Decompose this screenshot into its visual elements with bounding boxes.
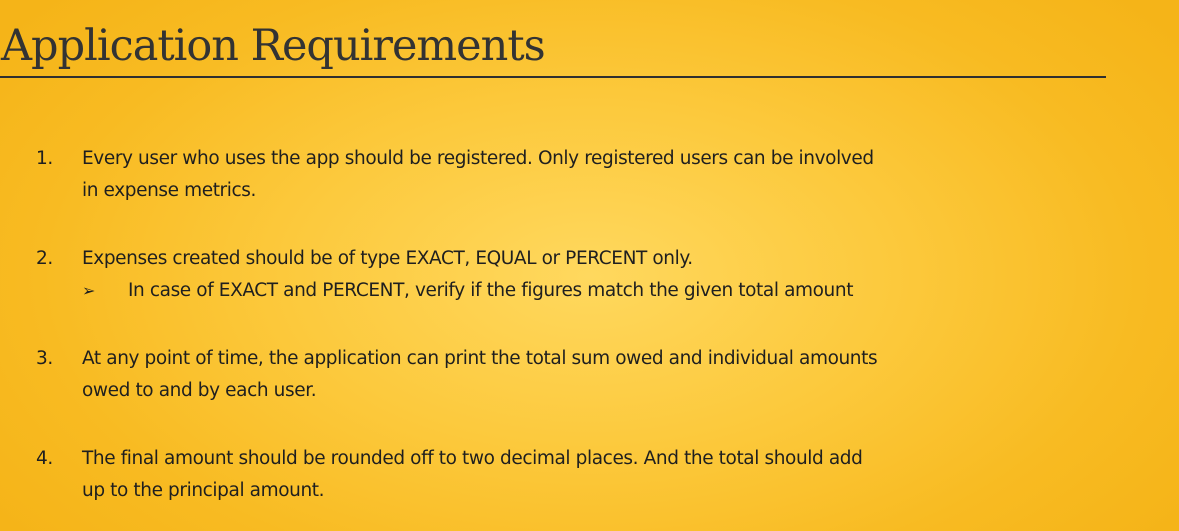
requirement-item-4: 4. The final amount should be rounded of… [36, 443, 1116, 507]
requirement-text-line: owed to and by each user. [82, 380, 317, 401]
slide-title: Application Requirements [1, 21, 546, 71]
requirement-number: 1. [36, 148, 53, 169]
requirement-text-line: in expense metrics. [82, 180, 256, 201]
requirement-text-line: up to the principal amount. [82, 480, 325, 501]
requirements-list: 1. Every user who uses the app should be… [36, 143, 1116, 507]
requirement-number: 4. [36, 448, 53, 469]
requirement-text-line: Expenses created should be of type EXACT… [82, 248, 693, 269]
requirement-text-line: At any point of time, the application ca… [82, 348, 878, 369]
requirement-item-1: 1. Every user who uses the app should be… [36, 143, 1116, 207]
requirement-item-3: 3. At any point of time, the application… [36, 343, 1116, 407]
title-divider [0, 76, 1106, 78]
arrow-bullet-icon: ➢ [82, 281, 96, 300]
sub-requirement: ➢ In case of EXACT and PERCENT, verify if… [82, 275, 1116, 307]
requirement-text-line: Every user who uses the app should be re… [82, 148, 874, 169]
requirement-number: 3. [36, 348, 53, 369]
requirement-item-2: 2. Expenses created should be of type EX… [36, 243, 1116, 307]
requirement-number: 2. [36, 248, 53, 269]
slide: Application Requirements 1. Every user w… [0, 0, 1179, 531]
sub-requirement-text: In case of EXACT and PERCENT, verify if … [128, 280, 854, 301]
requirement-text-line: The final amount should be rounded off t… [82, 448, 863, 469]
